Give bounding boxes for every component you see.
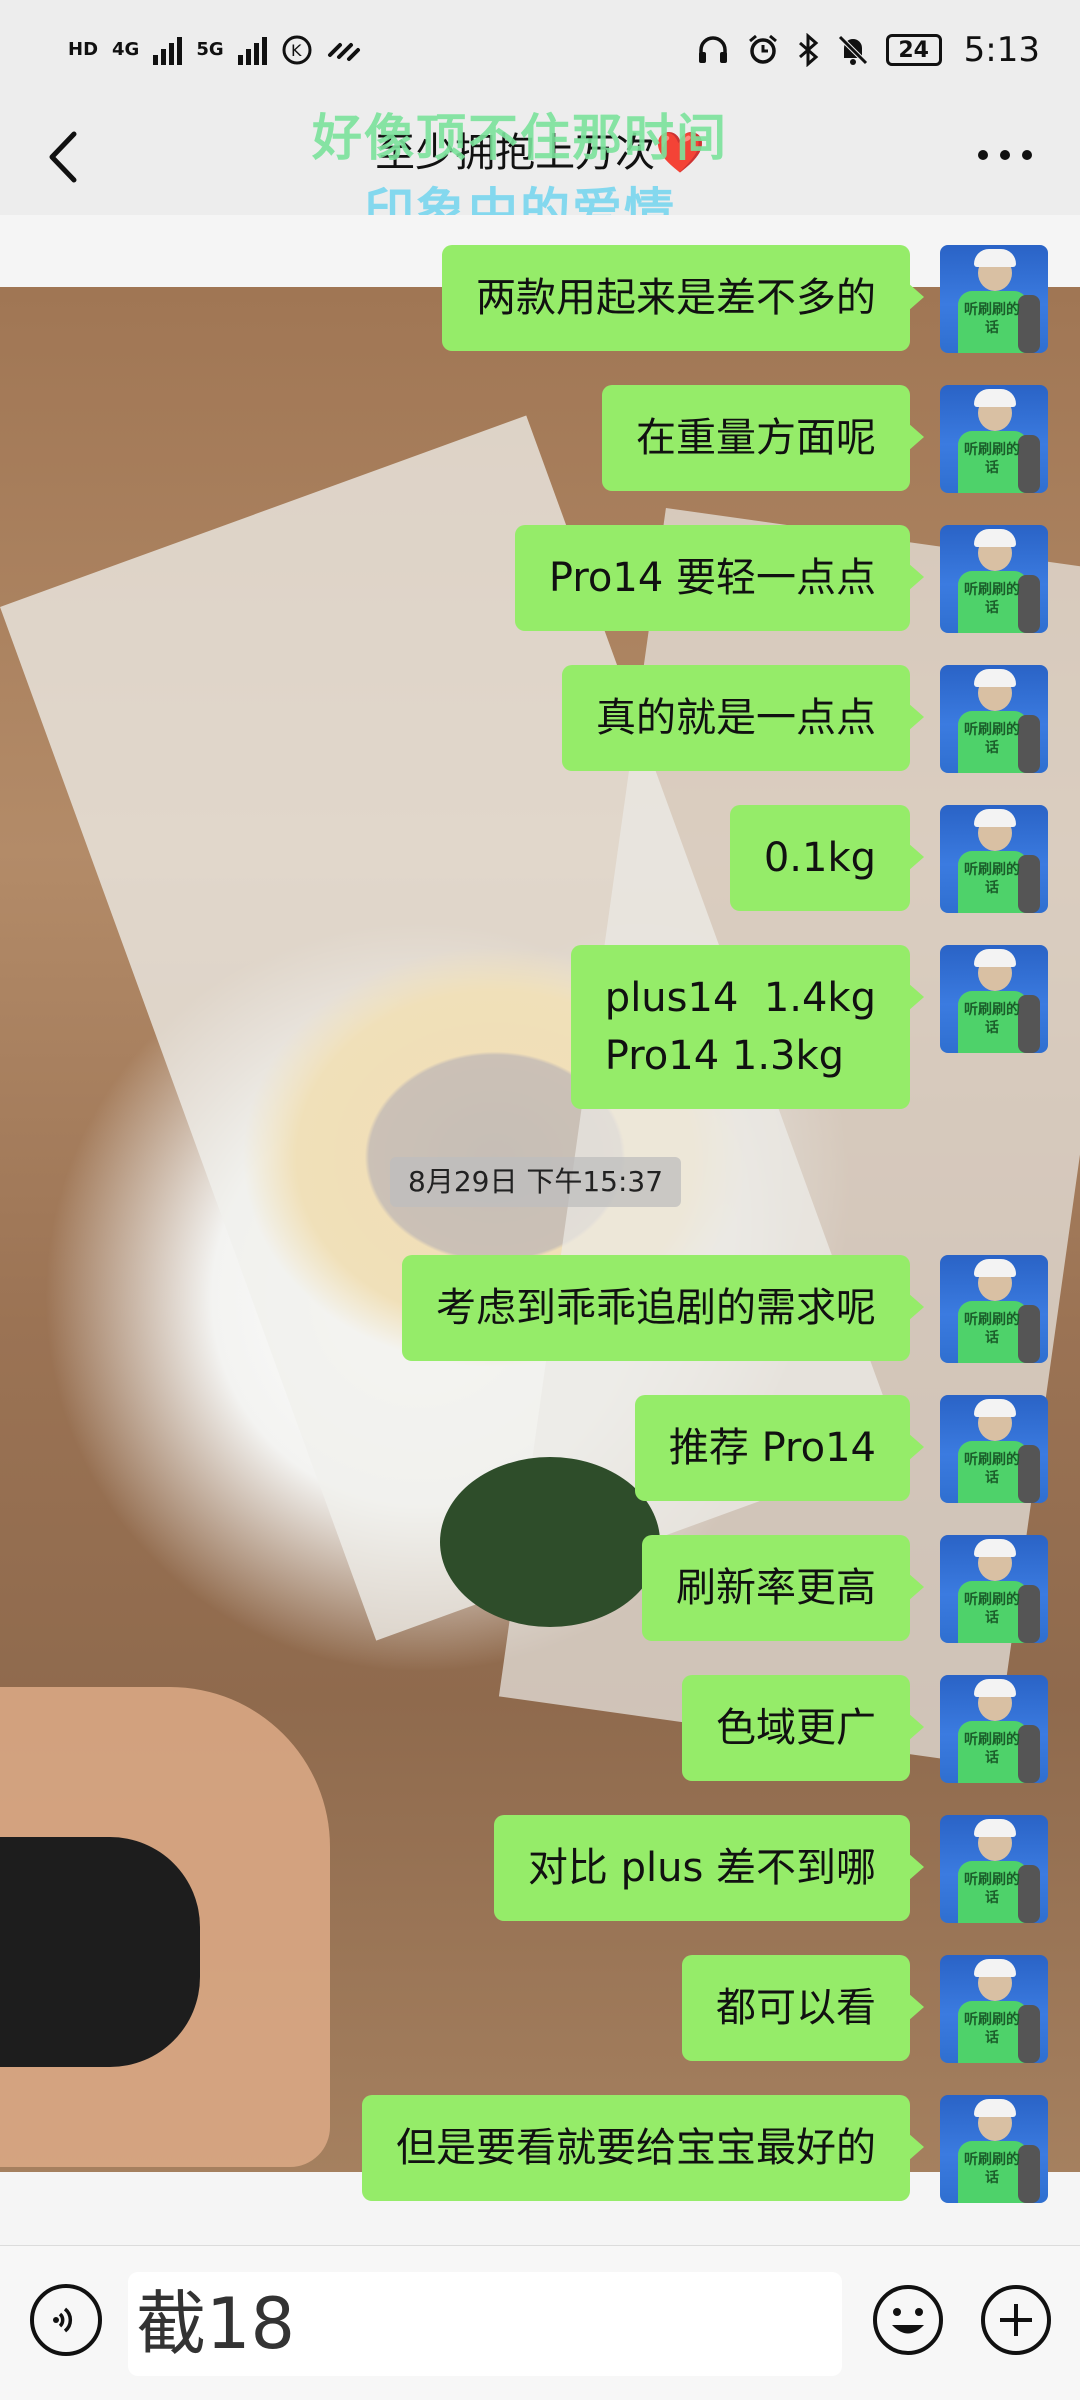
emoji-icon[interactable] (870, 2282, 946, 2358)
sender-avatar[interactable]: 听刷刷的话 (940, 1255, 1048, 1363)
chat-area[interactable]: 两款用起来是差不多的 听刷刷的话 在重量方面呢 听刷刷的话 Pro14 要轻一点点 听刷刷… (0, 215, 1080, 2245)
status-left: HD 4G 5G K (68, 34, 361, 66)
signal-icon-2 (237, 35, 267, 65)
message-bubble[interactable]: 色域更广 (682, 1675, 924, 1781)
clock: 5:13 (963, 30, 1040, 70)
5g-indicator: 5G (196, 39, 224, 60)
message-bubble[interactable]: 两款用起来是差不多的 (442, 245, 924, 351)
link-icon (327, 43, 360, 61)
message-bubble[interactable]: 都可以看 (682, 1955, 924, 2061)
sender-avatar[interactable]: 听刷刷的话 (940, 1675, 1048, 1783)
message-bubble[interactable]: 刷新率更高 (642, 1535, 924, 1641)
sender-avatar[interactable]: 听刷刷的话 (940, 525, 1048, 633)
message-bubble[interactable]: 在重量方面呢 (602, 385, 924, 491)
sender-avatar[interactable]: 听刷刷的话 (940, 385, 1048, 493)
status-right: 24 5:13 (696, 30, 1040, 70)
sender-avatar[interactable]: 听刷刷的话 (940, 805, 1048, 913)
avatar-shirt-text: 听刷刷的话 (964, 1452, 1020, 1486)
headphones-icon (698, 36, 727, 63)
message-bubble[interactable]: 对比 plus 差不到哪 (493, 1815, 925, 1921)
message-timestamp: 8月29日 下午15:37 (390, 1157, 682, 1207)
sender-avatar[interactable]: 听刷刷的话 (940, 1395, 1048, 1503)
avatar-shirt-text: 听刷刷的话 (964, 862, 1020, 896)
message-bubble[interactable]: Pro14 要轻一点点 (514, 525, 925, 631)
sender-avatar[interactable]: 听刷刷的话 (940, 2095, 1048, 2203)
k-app-icon: K (282, 35, 312, 65)
message-bubble[interactable]: plus14 1.4kg Pro14 1.3kg (570, 945, 925, 1109)
avatar-shirt-text: 听刷刷的话 (964, 1592, 1020, 1626)
voice-input-button[interactable] (30, 2284, 102, 2356)
floating-lyric-line-1: 好像顶不住那时间 (312, 109, 728, 167)
avatar-shirt-text: 听刷刷的话 (964, 2152, 1020, 2186)
alarm-icon (748, 34, 777, 64)
avatar-shirt-text: 听刷刷的话 (964, 442, 1020, 476)
sender-avatar[interactable]: 听刷刷的话 (940, 945, 1048, 1053)
mute-bell-icon (837, 35, 868, 65)
avatar-shirt-text: 听刷刷的话 (964, 582, 1020, 616)
message-bubble[interactable]: 考虑到乖乖追剧的需求呢 (402, 1255, 924, 1361)
svg-text:K: K (291, 41, 302, 60)
avatar-shirt-text: 听刷刷的话 (964, 1002, 1020, 1036)
plus-icon[interactable] (978, 2282, 1054, 2358)
message-bubble[interactable]: 但是要看就要给宝宝最好的 (362, 2095, 924, 2201)
bluetooth-icon (798, 33, 818, 67)
message-bubble[interactable]: 真的就是一点点 (562, 665, 924, 771)
signal-icon (153, 35, 183, 65)
avatar-shirt-text: 听刷刷的话 (964, 2012, 1020, 2046)
hd-indicator: HD (68, 39, 99, 60)
sender-avatar[interactable]: 听刷刷的话 (940, 1815, 1048, 1923)
message-bubble[interactable]: 0.1kg (729, 805, 925, 911)
sender-avatar[interactable]: 听刷刷的话 (940, 1535, 1048, 1643)
status-bar: HD 4G 5G K 24 5:13 (0, 0, 1080, 100)
message-input[interactable]: 截18 (128, 2272, 842, 2376)
avatar-shirt-text: 听刷刷的话 (964, 1872, 1020, 1906)
sender-avatar[interactable]: 听刷刷的话 (940, 245, 1048, 353)
input-bar: 截18 (0, 2245, 1080, 2400)
avatar-shirt-text: 听刷刷的话 (964, 722, 1020, 756)
message-bubble[interactable]: 推荐 Pro14 (634, 1395, 925, 1501)
avatar-shirt-text: 听刷刷的话 (964, 1732, 1020, 1766)
voice-icon (53, 2307, 73, 2333)
avatar-shirt-text: 听刷刷的话 (964, 302, 1020, 336)
battery-icon: 24 (885, 34, 942, 66)
4g-indicator: 4G (112, 39, 140, 60)
avatar-shirt-text: 听刷刷的话 (964, 1312, 1020, 1346)
sender-avatar[interactable]: 听刷刷的话 (940, 1955, 1048, 2063)
sender-avatar[interactable]: 听刷刷的话 (940, 665, 1048, 773)
